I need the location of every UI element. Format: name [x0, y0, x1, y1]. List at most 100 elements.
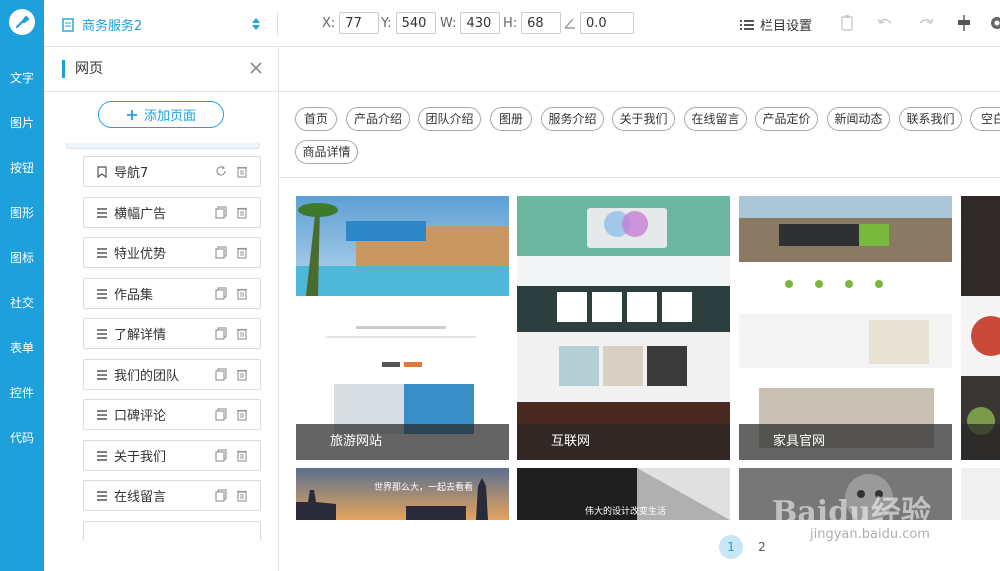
trash-icon[interactable]: [236, 408, 248, 421]
refresh-icon[interactable]: [215, 165, 227, 178]
redo-icon[interactable]: [917, 14, 935, 32]
copy-icon[interactable]: [215, 368, 227, 381]
rail-item-social[interactable]: 社交: [0, 294, 44, 311]
align-center-icon[interactable]: [955, 14, 973, 32]
tag-messages[interactable]: 在线留言: [684, 107, 747, 131]
undo-icon[interactable]: [876, 14, 894, 32]
template-thumbnail: [517, 196, 730, 460]
tag-pricing[interactable]: 产品定价: [755, 107, 818, 131]
trash-icon[interactable]: [236, 206, 248, 219]
copy-icon[interactable]: [215, 489, 227, 502]
tag-home[interactable]: 首页: [295, 107, 337, 131]
width-field: W:: [440, 12, 501, 34]
drag-handle-icon[interactable]: [96, 450, 108, 462]
section-item-label: 导航7: [114, 166, 149, 181]
drag-handle-icon[interactable]: [96, 288, 108, 300]
trash-icon[interactable]: [236, 287, 248, 300]
paste-icon[interactable]: [838, 14, 856, 32]
tag-team-intro[interactable]: 团队介绍: [418, 107, 481, 131]
page-button-2[interactable]: 2: [750, 535, 774, 559]
tag-services[interactable]: 服务介绍: [541, 107, 604, 131]
rail-item-form[interactable]: 表单: [0, 339, 44, 356]
h-input[interactable]: [521, 12, 562, 34]
drag-handle-icon[interactable]: [96, 328, 108, 340]
template-card-partial[interactable]: [961, 196, 1000, 460]
template-card[interactable]: 互联网: [517, 196, 730, 460]
add-page-button[interactable]: 添加页面: [98, 101, 224, 128]
add-page-label: 添加页面: [143, 109, 196, 124]
page-button-1[interactable]: 1: [719, 535, 743, 559]
tag-product-detail[interactable]: 商品详情: [295, 140, 358, 164]
template-headline: 伟大的设计改变生活: [585, 507, 667, 517]
template-card[interactable]: 家具官网: [739, 196, 952, 460]
gear-icon[interactable]: [988, 14, 1000, 32]
trash-icon[interactable]: [236, 246, 248, 259]
template-thumbnail: [961, 196, 1000, 460]
section-item[interactable]: 了解详情: [83, 318, 261, 349]
rail-item-button[interactable]: 按钮: [0, 159, 44, 176]
height-field: H:: [503, 12, 562, 34]
section-item[interactable]: 在线留言: [83, 480, 261, 511]
rail-item-control[interactable]: 控件: [0, 384, 44, 401]
tag-blank[interactable]: 空白: [970, 107, 1000, 131]
y-coordinate: Y:: [381, 12, 436, 34]
panel-title: 网页: [62, 60, 103, 78]
angle-input[interactable]: [580, 12, 634, 34]
trash-icon[interactable]: [236, 449, 248, 462]
tag-news[interactable]: 新闻动态: [827, 107, 890, 131]
section-item-partial[interactable]: [83, 521, 261, 541]
copy-icon[interactable]: [215, 408, 227, 421]
angle-icon: [564, 18, 575, 29]
copy-icon[interactable]: [215, 206, 227, 219]
rail-item-code[interactable]: 代码: [0, 429, 44, 446]
section-item-label: 特业优势: [114, 247, 167, 262]
trash-icon[interactable]: [236, 327, 248, 340]
drag-handle-icon[interactable]: [96, 247, 108, 259]
y-input[interactable]: [395, 12, 436, 34]
trash-icon[interactable]: [236, 368, 248, 381]
template-thumbnail: [296, 468, 509, 520]
column-settings-button[interactable]: 栏目设置: [740, 15, 812, 34]
section-item[interactable]: 特业优势: [83, 237, 261, 268]
section-item[interactable]: 我们的团队: [83, 359, 261, 390]
rail-item-text[interactable]: 文字: [0, 69, 44, 86]
trash-icon[interactable]: [236, 489, 248, 502]
template-card-partial[interactable]: [961, 468, 1000, 520]
copy-icon[interactable]: [215, 287, 227, 300]
close-icon[interactable]: [247, 59, 265, 77]
template-card[interactable]: 旅游网站: [296, 196, 509, 460]
section-item[interactable]: 作品集: [83, 278, 261, 309]
copy-icon[interactable]: [215, 327, 227, 340]
rail-item-image[interactable]: 图片: [0, 114, 44, 131]
page-select[interactable]: 商务服务2: [62, 15, 142, 34]
drag-handle-icon[interactable]: [96, 409, 108, 421]
copy-icon[interactable]: [215, 246, 227, 259]
section-item-label: 了解详情: [114, 328, 167, 343]
section-item[interactable]: 横幅广告: [83, 197, 261, 228]
rail-item-icon[interactable]: 图标: [0, 249, 44, 266]
rail-item-shape[interactable]: 图形: [0, 204, 44, 221]
tag-contact[interactable]: 联系我们: [899, 107, 962, 131]
template-card[interactable]: 伟大的设计改变生活: [517, 468, 730, 520]
drag-handle-icon[interactable]: [96, 369, 108, 381]
drag-handle-icon[interactable]: [96, 207, 108, 219]
template-headline: 世界那么大，一起去看看: [374, 483, 474, 493]
x-input[interactable]: [339, 12, 380, 34]
app-logo-icon[interactable]: [9, 9, 35, 35]
section-item[interactable]: 关于我们: [83, 440, 261, 471]
trash-icon[interactable]: [236, 165, 248, 178]
template-card[interactable]: 世界那么大，一起去看看: [296, 468, 509, 520]
section-item[interactable]: 导航7: [83, 156, 261, 187]
sort-arrows-icon[interactable]: [250, 16, 262, 32]
tag-product-intro[interactable]: 产品介绍: [346, 107, 410, 131]
copy-icon[interactable]: [215, 449, 227, 462]
drag-handle-icon[interactable]: [96, 490, 108, 502]
w-input[interactable]: [460, 12, 501, 34]
tag-about-us[interactable]: 关于我们: [612, 107, 675, 131]
section-item[interactable]: 口碑评论: [83, 399, 261, 430]
tag-gallery[interactable]: 图册: [490, 107, 532, 131]
section-item-label: 作品集: [114, 288, 154, 303]
section-item-label: 口碑评论: [114, 409, 167, 424]
section-item-label: 横幅广告: [114, 207, 167, 222]
left-rail: 文字 图片 按钮 图形 图标 社交 表单 控件 代码: [0, 0, 44, 571]
